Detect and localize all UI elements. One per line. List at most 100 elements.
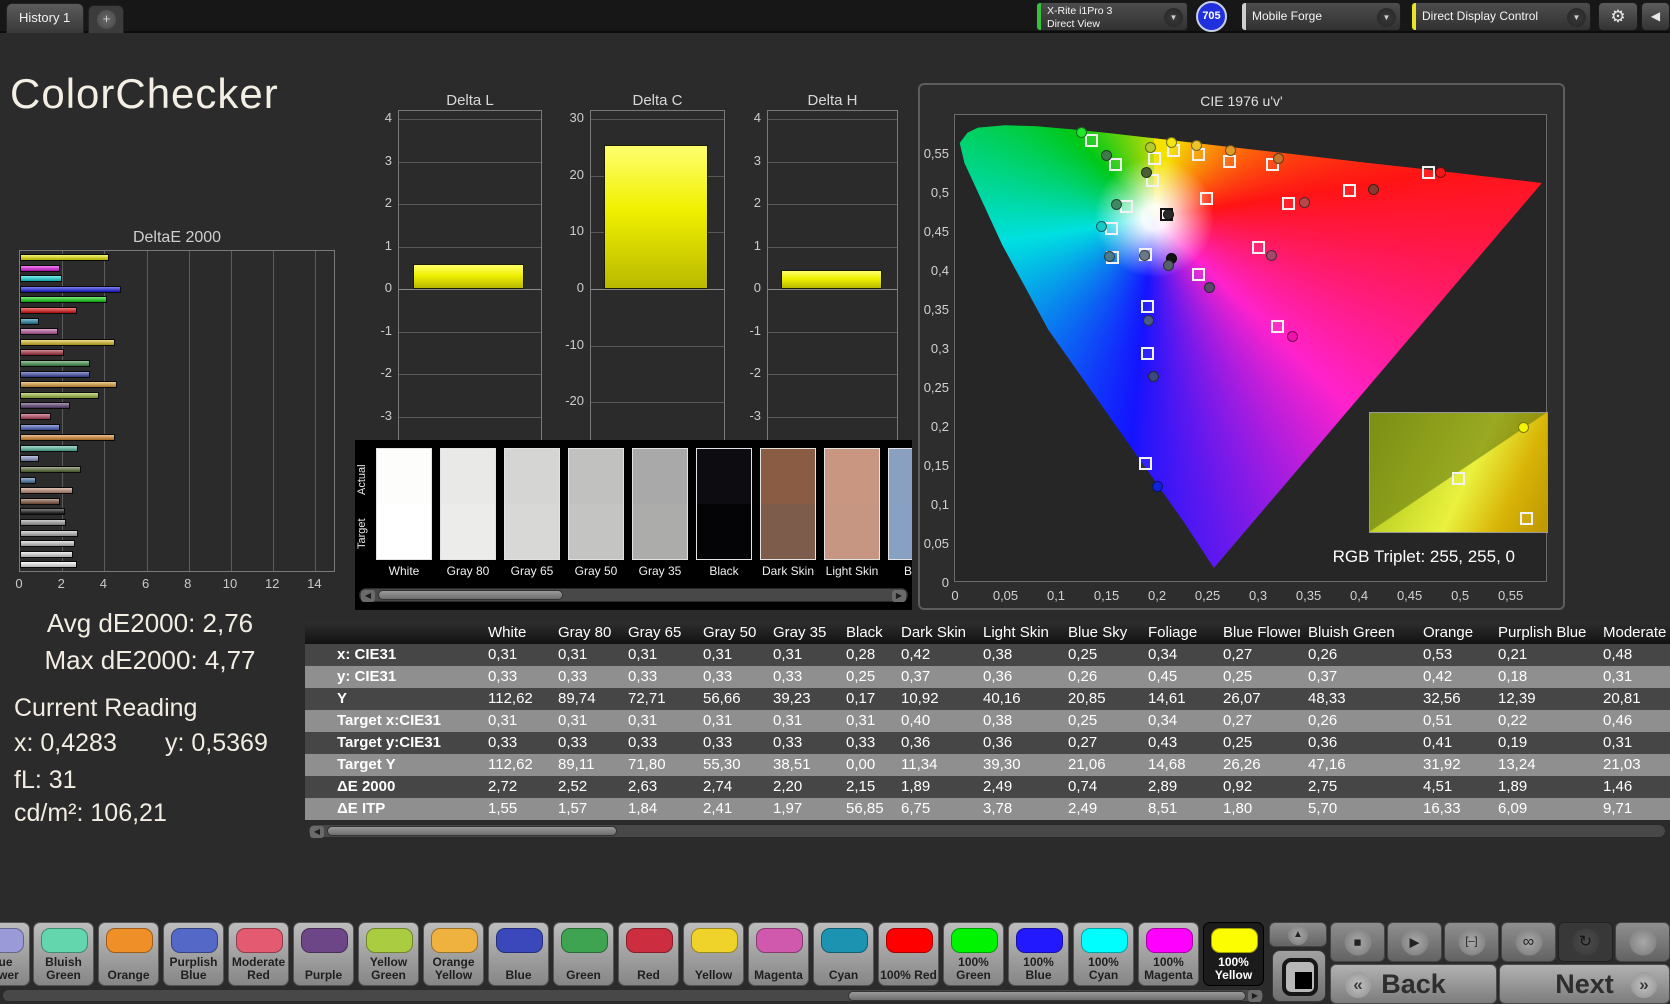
cie-target-square-13 bbox=[1282, 196, 1296, 210]
next-label: Next bbox=[1555, 969, 1614, 999]
palette-button-blue-flower-clipped[interactable]: Blue Flower bbox=[0, 922, 30, 986]
palette-scrollbar[interactable]: ▶ bbox=[2, 989, 1264, 1002]
scroll-left-icon[interactable]: ◀ bbox=[310, 826, 324, 838]
de-bar-purple bbox=[20, 402, 70, 410]
add-tab-button[interactable]: + bbox=[88, 5, 124, 33]
page-title: ColorChecker bbox=[10, 70, 279, 117]
cell-y-cie31-foliage: 0,45 bbox=[1148, 668, 1178, 685]
stop-button[interactable]: ■ bbox=[1330, 922, 1385, 962]
palette-page-up-button[interactable]: ▲ bbox=[1269, 922, 1327, 947]
table-scrollbar-thumb[interactable] bbox=[327, 826, 617, 836]
palette-button-cyan[interactable]: Cyan bbox=[813, 922, 874, 986]
palette-label-100-cyan: 100% Cyan bbox=[1088, 955, 1119, 982]
palette-label-100-magenta: 100% Magenta bbox=[1144, 955, 1193, 982]
scroll-right-icon[interactable]: ▶ bbox=[892, 590, 906, 602]
column-header-blue-flower: Blue Flower bbox=[1223, 624, 1300, 641]
palette-button-purplish-blue[interactable]: Purplish Blue bbox=[163, 922, 224, 986]
luminance: cd/m²: 106,21 bbox=[14, 799, 167, 827]
de-x-tick-2: 2 bbox=[57, 576, 65, 591]
chart-delta-c bbox=[590, 110, 725, 466]
cell-target-y-gray-35: 38,51 bbox=[773, 756, 811, 773]
palette-button-green[interactable]: Green bbox=[553, 922, 614, 986]
palette-button-bluish-green[interactable]: Bluish Green bbox=[33, 922, 94, 986]
palette-button-100-red[interactable]: 100% Red bbox=[878, 922, 939, 986]
meter-dropdown[interactable]: X-Rite i1Pro 3 Direct View ▼ bbox=[1036, 2, 1188, 31]
cell-target-y-bluish-green: 47,16 bbox=[1308, 756, 1346, 773]
target-row-label: Target bbox=[356, 518, 368, 550]
column-header-purplish-blue: Purplish Blue bbox=[1498, 624, 1587, 641]
workflow-accent bbox=[1412, 3, 1416, 30]
palette-button-yellow-green[interactable]: Yellow Green bbox=[358, 922, 419, 986]
cell--e-2000-purplish-blue: 1,89 bbox=[1498, 778, 1528, 795]
palette-button-purple[interactable]: Purple bbox=[293, 922, 354, 986]
palette-label-purple: Purple bbox=[304, 968, 343, 982]
cell-y-gray-35: 39,23 bbox=[773, 690, 811, 707]
palette-button-100-green[interactable]: 100% Green bbox=[943, 922, 1004, 986]
pattern-window-button[interactable] bbox=[1272, 950, 1326, 1002]
cell-target-y-gray-50: 55,30 bbox=[703, 756, 741, 773]
swatch-dark-skin bbox=[760, 448, 816, 560]
gridline--1 bbox=[399, 331, 541, 333]
palette-button-magenta[interactable]: Magenta bbox=[748, 922, 809, 986]
table-scrollbar[interactable]: ◀ bbox=[308, 824, 1666, 838]
delta-bar-delta-c bbox=[604, 144, 709, 289]
palette-button-orange-yellow[interactable]: Orange Yellow bbox=[423, 922, 484, 986]
refresh-button[interactable]: ↻ bbox=[1558, 922, 1613, 962]
next-button[interactable]: Next » bbox=[1499, 964, 1670, 1004]
palette-button-orange[interactable]: Orange bbox=[98, 922, 159, 986]
swatch-actual-light-skin bbox=[825, 449, 879, 504]
palette-button-blue[interactable]: Blue bbox=[488, 922, 549, 986]
cell-y-cie31-blue-flower: 0,25 bbox=[1223, 668, 1253, 685]
palette-button-100-blue[interactable]: 100% Blue bbox=[1008, 922, 1069, 986]
cell-target-x-cie31-dark-skin: 0,40 bbox=[901, 712, 931, 729]
collapse-panel-button[interactable]: ◀ bbox=[1641, 2, 1670, 31]
palette-button-100-magenta[interactable]: 100% Magenta bbox=[1138, 922, 1199, 986]
palette-swatch-100-blue bbox=[1016, 928, 1063, 953]
palette-swatch-100-red bbox=[886, 928, 933, 953]
tick-label-delta-c--20: -20 bbox=[565, 393, 584, 409]
cell-target-y-cie31-gray-50: 0,33 bbox=[703, 734, 733, 751]
palette-button-moderate-red[interactable]: Moderate Red bbox=[228, 922, 289, 986]
range-button[interactable]: [–] bbox=[1444, 922, 1499, 962]
inset-dot-0 bbox=[1517, 422, 1529, 434]
cie-target-square-18 bbox=[1140, 299, 1154, 313]
cell-y-cie31-gray-50: 0,33 bbox=[703, 668, 733, 685]
scroll-left-icon[interactable]: ◀ bbox=[361, 590, 375, 602]
cell--e-2000-gray-35: 2,20 bbox=[773, 778, 803, 795]
cell-target-y-blue-flower: 26,26 bbox=[1223, 756, 1261, 773]
palette-scrollbar-thumb[interactable] bbox=[848, 991, 1246, 1001]
play-button[interactable]: ▶ bbox=[1387, 922, 1442, 962]
swatch-scrollbar[interactable]: ◀ ▶ bbox=[359, 588, 908, 602]
swatch-label-light-skin: Light Skin bbox=[825, 564, 879, 578]
workflow-dropdown[interactable]: Direct Display Control ▼ bbox=[1411, 2, 1591, 31]
palette-button-100-cyan[interactable]: 100% Cyan bbox=[1073, 922, 1134, 986]
palette-button-blue-flower-partial[interactable]: Blue Flower bbox=[0, 922, 30, 986]
palette-swatch-100-cyan bbox=[1081, 928, 1128, 953]
meter-status-badge[interactable]: 705 bbox=[1196, 1, 1227, 32]
tab-history-1[interactable]: History 1 bbox=[6, 3, 84, 33]
cell-target-y-cie31-foliage: 0,43 bbox=[1148, 734, 1178, 751]
cell-x-cie31-white: 0,31 bbox=[488, 646, 518, 663]
column-header-dark-skin: Dark Skin bbox=[901, 624, 967, 641]
cie-measured-dot-7 bbox=[1434, 166, 1446, 178]
loop-button[interactable]: ∞ bbox=[1501, 922, 1556, 962]
source-dropdown[interactable]: Mobile Forge ▼ bbox=[1241, 2, 1401, 31]
scroll-right-icon[interactable]: ▶ bbox=[1248, 990, 1262, 1002]
cie-x-tick-5: 0,25 bbox=[1194, 588, 1221, 603]
cell-target-y-blue-sky: 21,06 bbox=[1068, 756, 1106, 773]
settings-button[interactable]: ⚙ bbox=[1598, 2, 1638, 31]
column-header-light-skin: Light Skin bbox=[983, 624, 1049, 641]
palette-button-yellow[interactable]: Yellow bbox=[683, 922, 744, 986]
swatch-actual-dark-skin bbox=[761, 449, 815, 504]
cell--e-itp-blue-sky: 2,49 bbox=[1068, 800, 1098, 817]
cell-target-y-cie31-gray-80: 0,33 bbox=[558, 734, 588, 751]
tick-label-delta-h-3: 3 bbox=[753, 152, 761, 168]
swatch-scrollbar-thumb[interactable] bbox=[378, 590, 563, 600]
palette-button-red[interactable]: Red bbox=[618, 922, 679, 986]
tick-label-delta-l--2: -2 bbox=[380, 365, 392, 380]
back-button[interactable]: « Back bbox=[1330, 964, 1497, 1004]
palette-button-100-yellow[interactable]: 100% Yellow bbox=[1203, 922, 1264, 986]
extra-button[interactable] bbox=[1615, 922, 1670, 962]
gridline-2 bbox=[399, 204, 541, 205]
gridline-30 bbox=[591, 119, 724, 120]
